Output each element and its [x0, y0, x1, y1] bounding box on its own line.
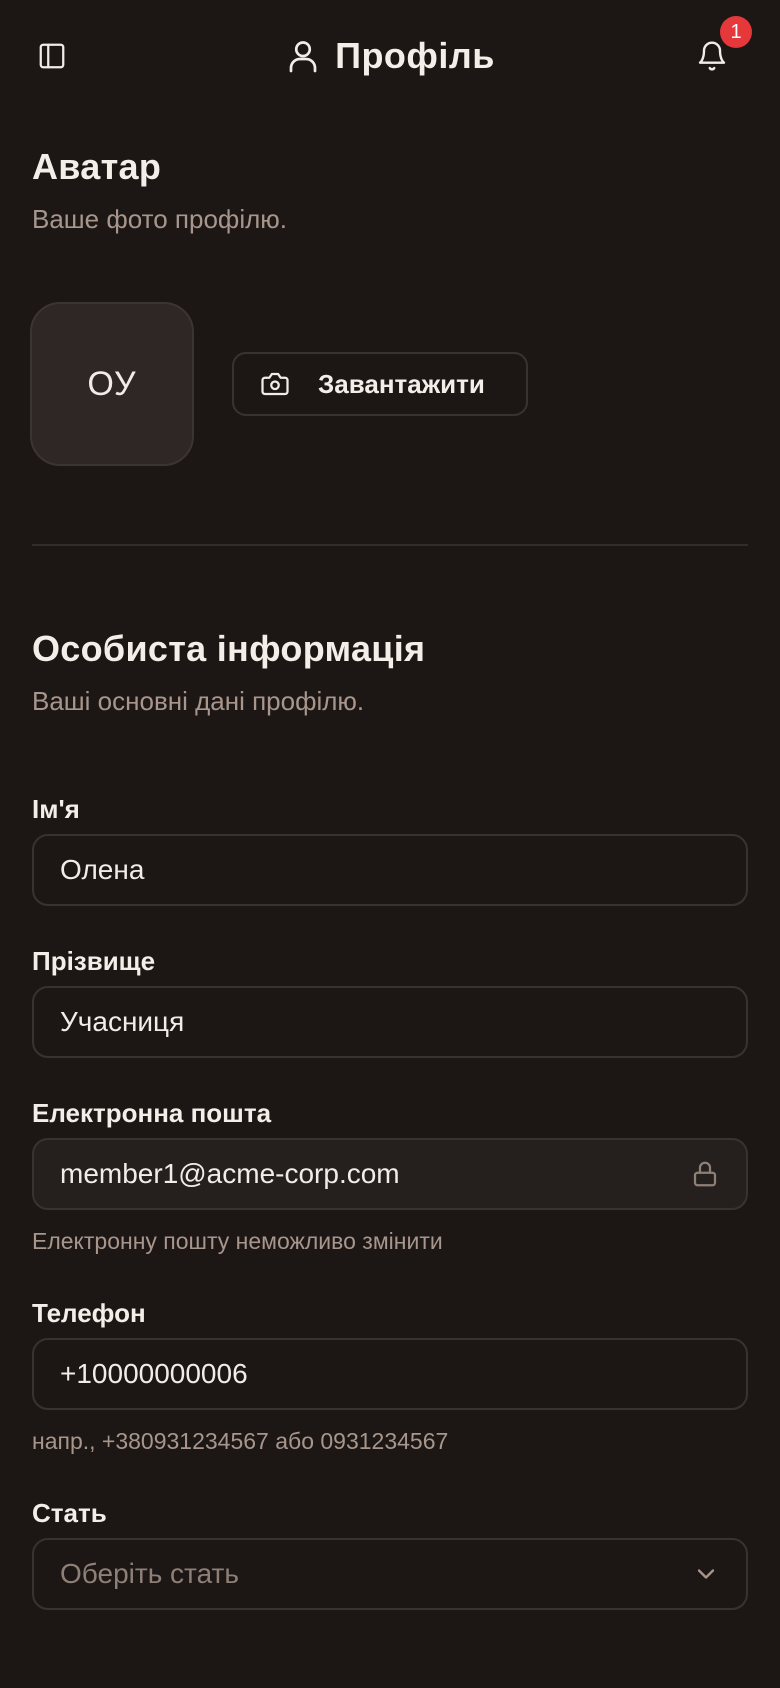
avatar-section-subtitle: Ваше фото профілю.	[32, 204, 287, 234]
email-hint: Електронну пошту неможливо змінити	[32, 1228, 443, 1254]
bell-icon	[698, 41, 726, 71]
phone-field[interactable]: +10000000006	[32, 1338, 748, 1410]
email-label: Електронна пошта	[32, 1098, 272, 1128]
first-name-label: Ім'я	[32, 794, 80, 824]
avatar-initials: ОУ	[87, 364, 137, 403]
phone-label: Телефон	[32, 1298, 146, 1328]
page-title-group: Профіль	[0, 30, 780, 82]
gender-placeholder: Оберіть стать	[60, 1558, 239, 1589]
gender-label: Стать	[32, 1498, 107, 1528]
first-name-field[interactable]: Олена	[32, 834, 748, 906]
notification-badge: 1	[720, 16, 752, 48]
email-value: member1@acme-corp.com	[60, 1158, 400, 1189]
phone-hint: напр., +380931234567 або 0931234567	[32, 1428, 449, 1454]
camera-icon	[261, 372, 289, 396]
chevron-down-icon	[697, 1569, 715, 1579]
last-name-label: Прізвище	[32, 946, 156, 976]
avatar-section-title: Аватар	[32, 146, 162, 187]
first-name-value: Олена	[60, 854, 145, 885]
user-icon	[289, 41, 317, 73]
gender-select[interactable]: Оберіть стать	[32, 1538, 748, 1610]
avatar: ОУ	[30, 302, 194, 466]
phone-value: +10000000006	[60, 1358, 248, 1389]
upload-button-label: Завантажити	[318, 368, 485, 399]
lock-icon	[693, 1161, 717, 1187]
personal-section-title: Особиста інформація	[32, 628, 426, 669]
last-name-field[interactable]: Учасниця	[32, 986, 748, 1058]
upload-avatar-button[interactable]: Завантажити	[232, 352, 528, 416]
email-field: member1@acme-corp.com	[32, 1138, 748, 1210]
page-title: Профіль	[335, 35, 495, 76]
last-name-value: Учасниця	[60, 1006, 185, 1037]
personal-section-subtitle: Ваші основні дані профілю.	[32, 686, 365, 716]
app-header: Профіль 1	[0, 0, 780, 112]
section-divider	[32, 544, 748, 546]
